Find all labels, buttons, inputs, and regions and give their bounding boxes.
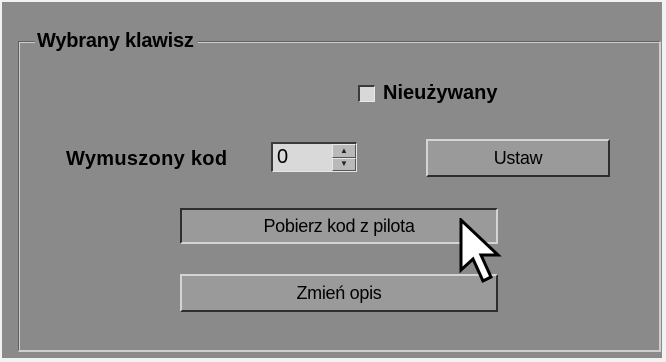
forced-code-label: Wymuszony kod xyxy=(66,148,228,170)
spinner-buttons: ▲ ▼ xyxy=(332,144,356,171)
unused-checkbox-wrap[interactable]: Nieużywany xyxy=(358,81,497,105)
fetch-code-button[interactable]: Pobierz kod z pilota xyxy=(180,208,498,244)
unused-checkbox-label[interactable]: Nieużywany xyxy=(383,82,497,105)
spin-down-icon[interactable]: ▼ xyxy=(332,157,356,171)
forced-code-input[interactable] xyxy=(273,144,332,171)
edit-description-button[interactable]: Zmień opis xyxy=(180,274,498,312)
forced-code-spinner[interactable]: ▲ ▼ xyxy=(271,142,357,172)
mouse-pointer-icon xyxy=(459,218,502,284)
spin-up-icon[interactable]: ▲ xyxy=(332,144,356,158)
groupbox-title: Wybrany klawisz xyxy=(35,28,198,54)
unused-checkbox[interactable] xyxy=(358,84,375,102)
set-button[interactable]: Ustaw xyxy=(426,139,610,177)
